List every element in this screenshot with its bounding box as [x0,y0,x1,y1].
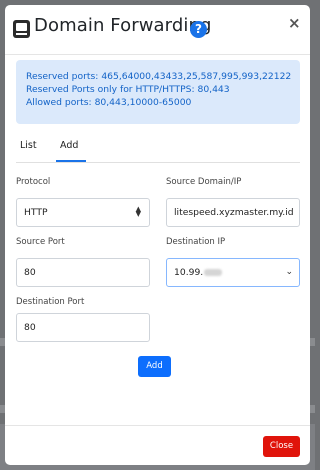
source-port-input[interactable]: 80 [16,258,150,287]
select-arrows-icon: ▲ ▼ [135,205,141,218]
reserved-http-ports-text: Reserved Ports only for HTTP/HTTPS: 80,4… [26,84,230,95]
destination-ip-select[interactable]: 10.99. ⌄ [166,258,300,287]
ports-info-alert: Reserved ports: 465,64000,43433,25,587,9… [16,60,300,124]
domain-forwarding-modal: Domain Forwarding ? × Reserved ports: 46… [5,5,310,465]
destination-port-value: 80 [24,322,36,333]
server-icon [13,20,30,38]
source-domain-label: Source Domain/IP [166,177,242,187]
allowed-ports-text: Allowed ports: 80,443,10000-65000 [26,97,192,108]
chevron-down-icon: ⌄ [285,267,293,277]
modal-title: Domain Forwarding [34,15,212,36]
destination-port-input[interactable]: 80 [16,313,150,342]
destination-port-label: Destination Port [16,297,85,307]
tabs-divider [16,162,300,163]
footer-divider [5,425,310,426]
tab-list[interactable]: List [20,139,37,163]
source-port-label: Source Port [16,237,65,247]
close-button[interactable]: Close [263,436,300,457]
close-icon[interactable]: × [288,15,301,31]
add-button[interactable]: Add [138,356,171,377]
question-circle-icon[interactable]: ? [190,21,207,38]
modal-header: Domain Forwarding ? × [5,5,310,54]
source-domain-input[interactable]: litespeed.xyzmaster.my.id [166,198,300,227]
redacted-ip-blur [204,269,223,276]
reserved-ports-text: Reserved ports: 465,64000,43433,25,587,9… [26,71,292,82]
destination-ip-label: Destination IP [166,237,226,247]
source-port-value: 80 [24,267,36,278]
protocol-select[interactable]: HTTP ▲ ▼ [16,198,150,227]
destination-ip-value: 10.99. [174,267,204,278]
protocol-label: Protocol [16,177,51,187]
header-divider [5,54,310,55]
source-domain-value: litespeed.xyzmaster.my.id [174,207,294,218]
tabs: List Add [16,139,300,163]
protocol-value: HTTP [24,207,48,218]
